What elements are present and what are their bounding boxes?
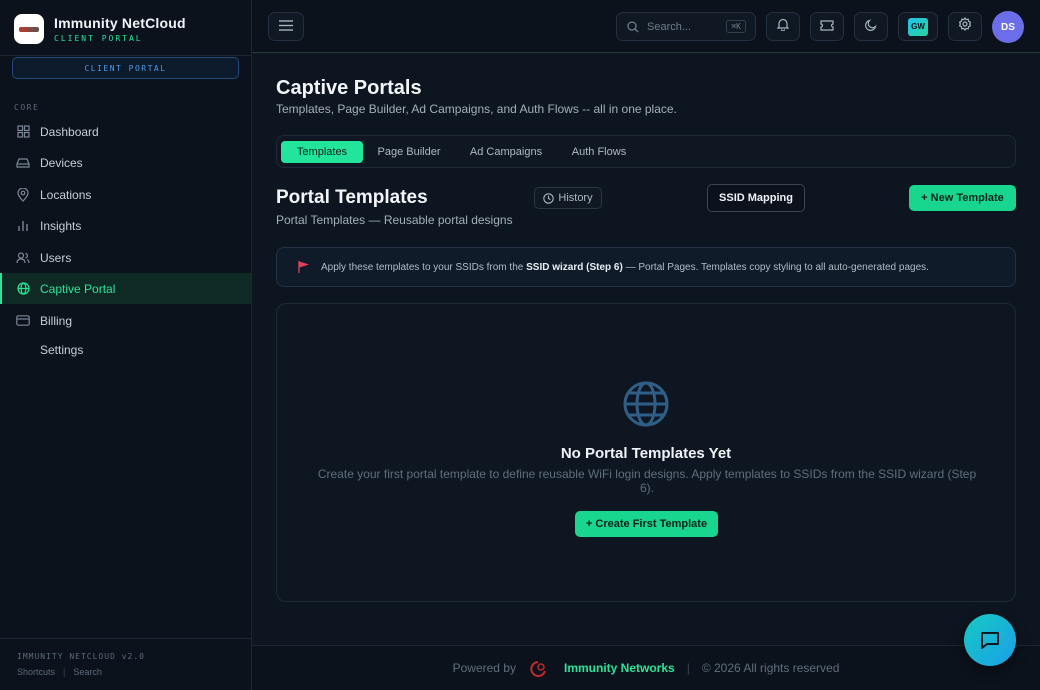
empty-state-card: No Portal Templates Yet Create your firs…	[276, 303, 1016, 602]
users-icon	[16, 251, 30, 265]
empty-state-title: No Portal Templates Yet	[560, 445, 732, 462]
banner-ssid-wizard-link: SSID wizard (Step 6)	[526, 261, 623, 273]
chat-bubble-icon	[979, 629, 1001, 651]
notifications-button[interactable]	[766, 12, 800, 41]
bar-chart-icon	[16, 219, 30, 233]
tickets-button[interactable]	[810, 12, 844, 41]
history-button[interactable]: History	[534, 187, 602, 209]
sidebar-item-label: Insights	[40, 218, 82, 233]
theme-toggle-button[interactable]	[854, 12, 888, 41]
grid-icon	[16, 125, 30, 139]
hard-drive-icon	[16, 156, 30, 170]
sidebar: Immunity NetCloud CLIENT PORTAL CLIENT P…	[0, 0, 252, 690]
banner-text: Apply these templates to your SSIDs from…	[321, 262, 929, 273]
sidebar-item-label: Locations	[40, 187, 92, 202]
search-placeholder: Search...	[647, 20, 692, 33]
hamburger-icon	[279, 18, 293, 36]
search-input[interactable]: Search... ⌘K	[616, 12, 756, 41]
immunity-networks-link[interactable]: Immunity Networks	[564, 661, 675, 675]
shortcuts-link[interactable]: Shortcuts	[17, 667, 55, 677]
chat-button[interactable]	[964, 614, 1016, 666]
search-link[interactable]: Search	[73, 667, 102, 677]
gateway-badge-icon: GW	[908, 17, 928, 36]
flag-icon	[297, 260, 311, 274]
separator: |	[63, 667, 66, 677]
brand-logo	[14, 14, 44, 44]
tab-templates[interactable]: Templates	[281, 141, 363, 163]
empty-state-description: Create your first portal template to def…	[317, 467, 977, 495]
sidebar-item-settings[interactable]: Settings	[0, 334, 251, 365]
globe-icon	[623, 381, 669, 427]
page-subtitle: Templates, Page Builder, Ad Campaigns, a…	[276, 102, 677, 116]
sidebar-item-dashboard[interactable]: Dashboard	[0, 116, 251, 147]
gear-icon	[958, 17, 972, 36]
brand-title: Immunity NetCloud	[54, 15, 186, 31]
info-banner: Apply these templates to your SSIDs from…	[276, 247, 1016, 287]
sidebar-item-devices[interactable]: Devices	[0, 147, 251, 178]
search-shortcut: ⌘K	[726, 20, 746, 33]
version-label: IMMUNITY NETCLOUD v2.0	[17, 652, 145, 661]
globe-icon	[16, 282, 30, 296]
ssid-mapping-button[interactable]: SSID Mapping	[707, 184, 805, 212]
footer: Powered by Immunity Networks | © 2026 Al…	[252, 645, 1040, 690]
divider	[0, 638, 251, 639]
banner-suffix: — Portal Pages. Templates copy styling t…	[625, 261, 929, 273]
tab-auth-flows[interactable]: Auth Flows	[561, 141, 637, 163]
client-portal-badge: CLIENT PORTAL	[12, 57, 239, 79]
map-pin-icon	[16, 187, 30, 202]
divider	[0, 55, 251, 56]
history-label: History	[558, 192, 593, 204]
powered-by-label: Powered by	[452, 661, 516, 675]
sidebar-item-label: Users	[40, 250, 72, 265]
sidebar-item-label: Dashboard	[40, 124, 99, 139]
sidebar-item-label: Billing	[40, 313, 73, 328]
separator: |	[686, 661, 690, 675]
brand[interactable]: Immunity NetCloud CLIENT PORTAL	[14, 14, 186, 44]
nav-section-label: CORE	[14, 103, 40, 112]
tab-bar: Templates Page Builder Ad Campaigns Auth…	[276, 135, 1016, 168]
sidebar-item-label: Settings	[40, 342, 84, 357]
search-icon	[627, 20, 639, 33]
avatar[interactable]: DS	[992, 11, 1024, 43]
menu-toggle-button[interactable]	[268, 12, 304, 41]
sidebar-item-label: Devices	[40, 155, 83, 170]
create-first-template-button[interactable]: + Create First Template	[575, 511, 718, 537]
sidebar-footer-links: Shortcuts | Search	[17, 667, 102, 677]
moon-icon	[865, 18, 877, 36]
sidebar-item-billing[interactable]: Billing	[0, 305, 251, 336]
credit-card-icon	[16, 314, 30, 328]
tab-page-builder[interactable]: Page Builder	[369, 141, 449, 163]
ticket-icon	[820, 18, 834, 36]
page-title: Captive Portals	[276, 77, 422, 99]
banner-prefix: Apply these templates to your SSIDs from…	[321, 261, 524, 273]
sidebar-item-locations[interactable]: Locations	[0, 179, 251, 210]
settings-button[interactable]	[948, 12, 982, 41]
copyright: © 2026 All rights reserved	[701, 661, 840, 675]
immunity-logo-icon	[526, 658, 556, 678]
sidebar-item-label: Captive Portal	[40, 281, 116, 296]
sidebar-item-users[interactable]: Users	[0, 242, 251, 273]
new-template-button[interactable]: + New Template	[909, 185, 1016, 211]
gateway-button[interactable]: GW	[898, 12, 938, 41]
clock-icon	[543, 192, 555, 204]
brand-subtitle: CLIENT PORTAL	[54, 34, 143, 43]
tab-ad-campaigns[interactable]: Ad Campaigns	[461, 141, 551, 163]
section-title: Portal Templates	[276, 187, 428, 208]
sidebar-item-captive-portal[interactable]: Captive Portal	[0, 273, 251, 304]
bell-icon	[776, 18, 790, 36]
section-subtitle: Portal Templates — Reusable portal desig…	[276, 213, 513, 227]
sidebar-item-insights[interactable]: Insights	[0, 210, 251, 241]
